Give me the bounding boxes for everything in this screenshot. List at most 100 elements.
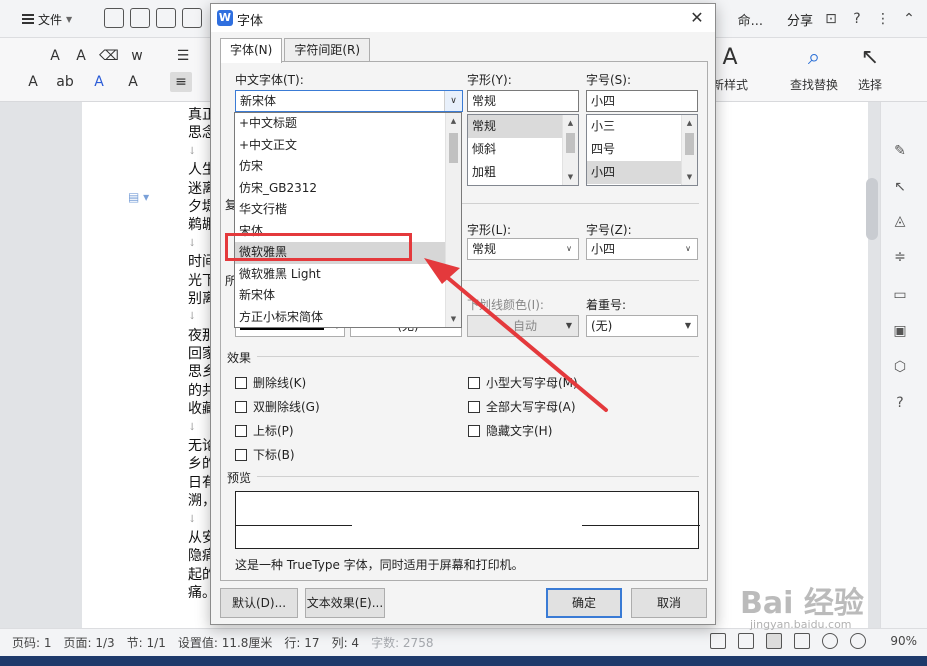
new-style-group[interactable]: A 新样式: [712, 44, 748, 93]
collapse-icon[interactable]: ⌃: [901, 11, 917, 27]
checkbox-box[interactable]: [235, 376, 247, 389]
subscript-checkbox[interactable]: 下标(B): [235, 446, 295, 463]
archive-icon[interactable]: ▭: [891, 286, 909, 304]
select-group[interactable]: ↖ 选择: [856, 44, 884, 93]
checkbox-box[interactable]: [235, 424, 247, 437]
size-listbox[interactable]: 小三 四号 小四 ▲ ▼: [586, 114, 698, 186]
shield-icon[interactable]: ⬡: [891, 358, 909, 376]
ok-button[interactable]: 确定: [546, 588, 622, 618]
dialog-title: 字体: [237, 14, 264, 29]
share-button[interactable]: 分享: [787, 10, 813, 29]
status-row[interactable]: 行: 17: [284, 634, 319, 651]
status-word-count[interactable]: 字数: 2758: [371, 634, 433, 651]
dialog-titlebar[interactable]: W 字体 ✕: [211, 4, 715, 32]
align-left-icon[interactable]: ≡: [170, 72, 192, 92]
window-mode-icon[interactable]: ⊡: [823, 11, 839, 27]
cursor-icon: ↖: [860, 45, 880, 70]
image-icon[interactable]: ▣: [891, 322, 909, 340]
cursor-icon[interactable]: ↖: [891, 178, 909, 196]
file-menu[interactable]: 文件 ▼: [22, 9, 72, 29]
style-value: 常规: [472, 94, 497, 108]
scroll-thumb[interactable]: [566, 133, 575, 153]
separator: [461, 203, 699, 204]
status-section[interactable]: 节: 1/1: [127, 634, 166, 651]
text-effects-button[interactable]: 文本效果(E)...: [305, 588, 385, 618]
help-circle-icon[interactable]: ?: [891, 394, 909, 412]
checkbox-label: 下标(B): [253, 448, 295, 462]
cancel-button[interactable]: 取消: [631, 588, 707, 618]
find-replace-label: 查找替换: [790, 78, 839, 92]
paragraph-marker-icon[interactable]: ▤ ▾: [128, 190, 149, 204]
tab-font[interactable]: 字体(N): [220, 38, 283, 63]
help-icon[interactable]: ?: [849, 11, 865, 27]
phonetic-icon[interactable]: w: [126, 46, 148, 66]
print-icon[interactable]: [156, 8, 176, 28]
char-border-icon[interactable]: A: [122, 72, 144, 92]
font-option[interactable]: 仿宋_GB2312: [235, 178, 461, 200]
font-shrink-icon[interactable]: A: [70, 46, 92, 66]
font-grow-icon[interactable]: A: [44, 46, 66, 66]
status-col[interactable]: 列: 4: [332, 634, 360, 651]
font-option[interactable]: 仿宋: [235, 156, 461, 178]
chinese-font-input[interactable]: 新宋体 ∨: [235, 90, 463, 112]
superscript-checkbox[interactable]: 上标(P): [235, 422, 294, 439]
more-icon[interactable]: ⋮: [875, 11, 891, 27]
preview-line-left: [236, 525, 352, 526]
find-replace-group[interactable]: ⌕ 查找替换: [790, 44, 838, 93]
font-color-icon[interactable]: A: [88, 72, 110, 92]
checkbox-box[interactable]: [235, 448, 247, 461]
truncated-tab-text: 命...: [737, 13, 763, 29]
quick-access-toolbar: [104, 8, 202, 28]
scroll-down-icon[interactable]: ▼: [682, 170, 697, 184]
font-option[interactable]: +中文正文: [235, 135, 461, 157]
strikethrough-checkbox[interactable]: 删除线(K): [235, 374, 306, 391]
scroll-down-icon[interactable]: ▼: [563, 170, 578, 184]
fullscreen-icon[interactable]: [710, 633, 727, 649]
size-value: 小四: [591, 94, 616, 108]
save-icon[interactable]: [104, 8, 124, 28]
double-strikethrough-checkbox[interactable]: 双删除线(G): [235, 398, 320, 415]
scroll-up-icon[interactable]: ▲: [682, 116, 697, 130]
style-input[interactable]: 常规: [467, 90, 579, 112]
font-option[interactable]: 华文行楷: [235, 199, 461, 221]
size-input[interactable]: 小四: [586, 90, 698, 112]
settings-sliders-icon[interactable]: ≑: [891, 248, 909, 266]
scroll-up-icon[interactable]: ▲: [563, 116, 578, 130]
font-option[interactable]: +中文标题: [235, 113, 461, 135]
scroll-thumb[interactable]: [685, 133, 694, 155]
file-menu-label: 文件: [38, 12, 63, 27]
scroll-thumb[interactable]: [449, 133, 458, 163]
chinese-font-label: 中文字体(T):: [235, 73, 304, 87]
close-icon[interactable]: ✕: [686, 7, 708, 29]
status-setting[interactable]: 设置值: 11.8厘米: [178, 634, 273, 651]
dialog-tabs: 字体(N) 字符间距(R): [220, 38, 372, 63]
list-icon[interactable]: ☰: [172, 46, 194, 66]
font-style-icon[interactable]: A: [22, 72, 44, 92]
style-scrollbar[interactable]: ▲ ▼: [562, 115, 578, 185]
complex-style-label: 字形(L):: [467, 223, 512, 237]
highlight-icon[interactable]: ab: [54, 72, 76, 92]
shape-icon[interactable]: ◬: [891, 212, 909, 230]
separator: [257, 476, 699, 477]
export-icon[interactable]: [130, 8, 150, 28]
chevron-down-icon: ▼: [66, 14, 73, 24]
tab-char-spacing[interactable]: 字符间距(R): [284, 38, 371, 62]
checkbox-box[interactable]: [468, 424, 480, 437]
search-icon: ⌕: [807, 45, 821, 70]
preview-title: 预览: [227, 471, 252, 485]
style-listbox[interactable]: 常规 倾斜 加粗 ▲ ▼: [467, 114, 579, 186]
preview-icon[interactable]: [182, 8, 202, 28]
select-label: 选择: [857, 78, 882, 92]
default-button[interactable]: 默认(D)...: [220, 588, 298, 618]
scroll-up-icon[interactable]: ▲: [446, 114, 461, 128]
status-page[interactable]: 页面: 1/3: [64, 634, 115, 651]
vertical-scrollbar[interactable]: [866, 178, 878, 240]
status-page-code[interactable]: 页码: 1: [12, 634, 52, 651]
pen-icon[interactable]: ✎: [891, 142, 909, 160]
checkbox-label: 隐藏文字(H): [486, 424, 553, 438]
size-scrollbar[interactable]: ▲ ▼: [681, 115, 697, 185]
eraser-icon[interactable]: ⌫: [98, 46, 120, 66]
hidden-text-checkbox[interactable]: 隐藏文字(H): [468, 422, 552, 439]
chevron-down-icon[interactable]: ∨: [444, 91, 462, 111]
checkbox-box[interactable]: [235, 400, 247, 413]
